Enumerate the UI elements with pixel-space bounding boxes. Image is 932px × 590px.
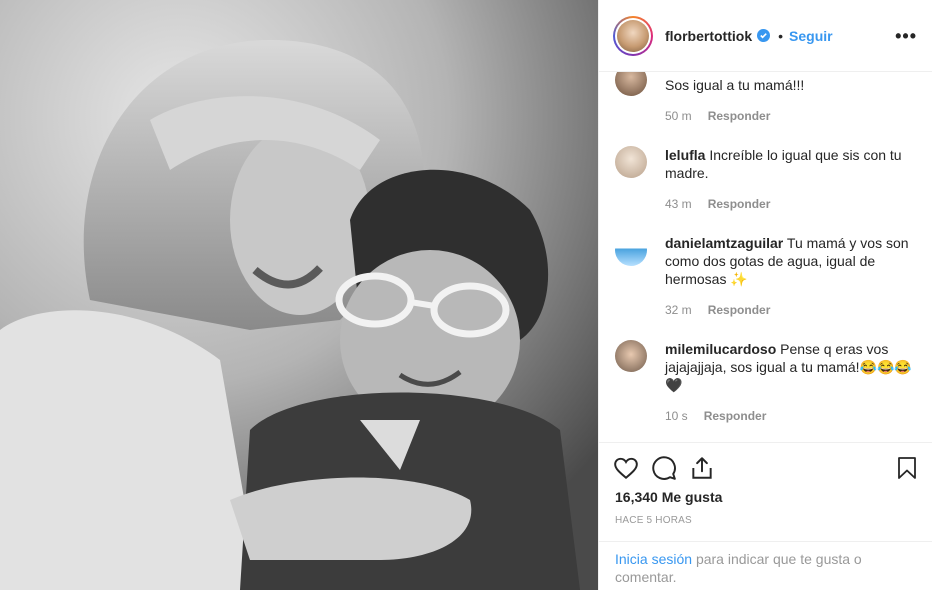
reply-button[interactable]: Responder: [704, 409, 767, 423]
heart-icon[interactable]: [613, 455, 639, 481]
separator: •: [778, 27, 784, 44]
comment-avatar[interactable]: [615, 340, 647, 372]
comment-avatar[interactable]: [615, 72, 647, 96]
login-prompt: Inicia sesión para indicar que te gusta …: [599, 541, 932, 586]
comment: danielamtzaguilar Tu mamá y vos son como…: [615, 234, 915, 324]
follow-button[interactable]: Seguir: [789, 28, 833, 44]
comment-time[interactable]: 10 s: [665, 409, 688, 423]
avatar[interactable]: [613, 15, 653, 56]
post-header: florbertottiok • Seguir •••: [599, 0, 932, 72]
more-options-icon[interactable]: •••: [895, 26, 917, 47]
comment-text: Sos igual a tu mamá!!!: [665, 77, 805, 93]
comment-icon[interactable]: [651, 455, 677, 481]
photo-illustration: [0, 0, 598, 590]
side-panel: florbertottiok • Seguir ••• Sos igual a …: [598, 0, 932, 590]
share-icon[interactable]: [689, 455, 715, 481]
instagram-post: florbertottiok • Seguir ••• Sos igual a …: [0, 0, 932, 590]
post-timestamp[interactable]: HACE 5 HORAS: [615, 515, 692, 526]
reply-button[interactable]: Responder: [708, 303, 771, 317]
comment: milemilucardoso Pense q eras vos jajajaj…: [615, 340, 915, 430]
comment: Sos igual a tu mamá!!! 50 m Responder: [615, 72, 915, 134]
login-link[interactable]: Inicia sesión: [615, 551, 692, 567]
comment-avatar[interactable]: [615, 234, 647, 266]
bookmark-icon[interactable]: [895, 455, 919, 481]
reply-button[interactable]: Responder: [708, 197, 771, 211]
reply-button[interactable]: Responder: [708, 109, 771, 123]
verified-badge-icon: [757, 29, 771, 42]
comment-time[interactable]: 32 m: [665, 303, 692, 317]
header-username[interactable]: florbertottiok: [665, 28, 752, 44]
comment-username[interactable]: milemilucardoso: [665, 341, 776, 357]
comment-username[interactable]: danielamtzaguilar: [665, 235, 783, 251]
comment-time[interactable]: 43 m: [665, 197, 692, 211]
comments-list[interactable]: Sos igual a tu mamá!!! 50 m Responder lel…: [599, 72, 932, 442]
likes-count[interactable]: 16,340 Me gusta: [615, 489, 722, 505]
comment-time[interactable]: 50 m: [665, 109, 692, 123]
post-actions: 16,340 Me gusta HACE 5 HORAS Inicia sesi…: [599, 442, 932, 590]
post-photo[interactable]: [0, 0, 598, 590]
comment-avatar[interactable]: [615, 146, 647, 178]
comment-username[interactable]: lelufla: [665, 147, 705, 163]
comment: lelufla Increíble lo igual que sis con t…: [615, 146, 915, 216]
